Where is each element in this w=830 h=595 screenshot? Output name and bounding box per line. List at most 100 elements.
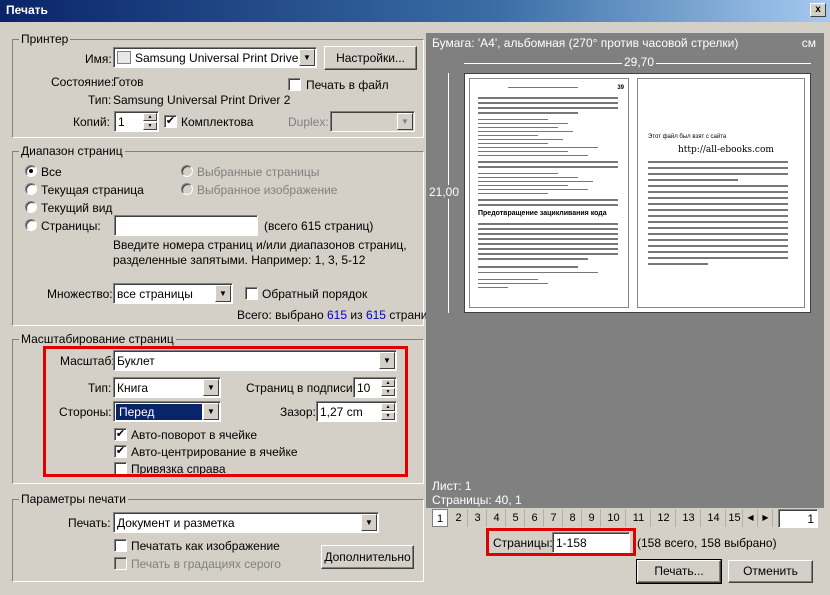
- title-bar: Печать x: [0, 0, 830, 22]
- code-line: [478, 143, 548, 144]
- scaling-legend: Масштабирование страниц: [21, 332, 174, 346]
- range-all-radio[interactable]: [25, 165, 37, 177]
- advanced-button[interactable]: Дополнительно: [321, 545, 414, 569]
- text-line: [648, 185, 788, 187]
- printer-legend: Принтер: [21, 32, 69, 46]
- range-current-page-radio[interactable]: [25, 183, 37, 195]
- spin-up-icon[interactable]: ▲: [143, 113, 157, 121]
- page-tab[interactable]: 5: [507, 509, 525, 527]
- print-what-label: Печать:: [68, 516, 111, 530]
- printer-name-select[interactable]: Samsung Universal Print Driver 2 ▼: [113, 47, 317, 68]
- printer-settings-button[interactable]: Настройки...: [324, 46, 417, 70]
- close-icon: x: [815, 4, 821, 15]
- text-line: [648, 263, 708, 265]
- page-tab[interactable]: 2: [450, 509, 468, 527]
- summary-prefix: Всего: выбрано: [237, 308, 324, 322]
- range-pages-total: (всего 615 страниц): [264, 219, 374, 233]
- chevron-left-icon[interactable]: ◀: [744, 509, 758, 527]
- page-tab[interactable]: 8: [564, 509, 582, 527]
- chevron-down-icon: ▼: [299, 49, 315, 66]
- page-tab[interactable]: 10: [602, 509, 626, 527]
- type-value: Samsung Universal Print Driver 2: [113, 93, 291, 107]
- left-page-heading: Предотвращение зацикливания кода: [478, 210, 607, 217]
- range-selected-pages-label: Выбранные страницы: [197, 165, 320, 179]
- text-line: [648, 245, 788, 247]
- collate-label: Комплектова: [181, 115, 254, 129]
- range-hint-line1: Введите номера страниц и/или диапазонов …: [113, 238, 407, 252]
- page-tab[interactable]: 15: [727, 509, 743, 527]
- collate-checkbox[interactable]: ✔: [164, 115, 177, 128]
- range-summary: Всего: выбрано 615 из 615 страниц: [237, 308, 434, 322]
- text-line: [478, 112, 578, 114]
- text-line: [478, 228, 618, 230]
- reverse-order-checkbox[interactable]: [245, 287, 258, 300]
- set-label: Множество:: [47, 287, 113, 301]
- range-selected-image-radio[interactable]: [181, 183, 193, 195]
- scaling-highlight: [43, 346, 408, 477]
- text-line: [648, 239, 788, 241]
- text-line: [478, 161, 618, 163]
- text-line: [478, 258, 588, 260]
- print-button[interactable]: Печать...: [636, 559, 722, 584]
- range-current-view-radio[interactable]: [25, 201, 37, 213]
- pages-info: Страницы: 40, 1: [432, 493, 522, 507]
- range-pages-radio[interactable]: [25, 219, 37, 231]
- page-number-input[interactable]: 1: [778, 509, 818, 528]
- text-line: [648, 197, 788, 199]
- page-tab[interactable]: 9: [583, 509, 601, 527]
- window-title: Печать: [6, 3, 48, 17]
- print-what-value: Документ и разметка: [117, 516, 235, 530]
- text-line: [648, 191, 788, 193]
- range-current-page-label: Текущая страница: [41, 183, 144, 197]
- code-line: [478, 155, 588, 156]
- chevron-right-icon[interactable]: ▶: [759, 509, 773, 527]
- print-to-file-checkbox[interactable]: [288, 78, 301, 91]
- page-tab[interactable]: 12: [652, 509, 676, 527]
- page-tab[interactable]: 13: [677, 509, 701, 527]
- print-as-image-label: Печатать как изображение: [131, 539, 280, 553]
- right-page-url: http://all-ebooks.com: [678, 145, 774, 155]
- spin-down-icon[interactable]: ▼: [143, 122, 157, 130]
- range-pages-input[interactable]: [114, 215, 258, 236]
- page-tab[interactable]: 1: [432, 509, 448, 527]
- summary-total: 615: [365, 308, 386, 322]
- duplex-label: Duplex:: [288, 115, 329, 129]
- range-selected-pages-radio[interactable]: [181, 165, 193, 177]
- printer-name-label: Имя:: [85, 52, 112, 66]
- copies-value: 1: [118, 115, 125, 129]
- print-params-legend: Параметры печати: [21, 492, 126, 506]
- copies-stepper[interactable]: 1 ▲ ▼: [114, 111, 159, 132]
- cancel-button[interactable]: Отменить: [728, 560, 813, 583]
- page-tab[interactable]: 4: [488, 509, 506, 527]
- set-select[interactable]: все страницы ▼: [113, 283, 233, 304]
- page-tab[interactable]: 6: [526, 509, 544, 527]
- grayscale-checkbox[interactable]: [114, 557, 127, 570]
- code-line: [478, 173, 558, 174]
- text-line: [648, 251, 788, 253]
- code-line: [478, 123, 568, 124]
- duplex-select[interactable]: ▼: [330, 111, 415, 132]
- code-line: [478, 181, 593, 182]
- page-tab[interactable]: 14: [702, 509, 726, 527]
- code-line: [478, 151, 568, 152]
- text-line: [648, 215, 788, 217]
- sheet-label: Лист: 1: [432, 479, 472, 493]
- code-line: [478, 127, 558, 128]
- print-what-select[interactable]: Документ и разметка ▼: [113, 512, 379, 533]
- chevron-down-icon: ▼: [361, 514, 377, 531]
- page-tab[interactable]: 7: [545, 509, 563, 527]
- pages-field-summary: (158 всего, 158 выбрано): [637, 536, 777, 550]
- code-line: [478, 287, 508, 288]
- text-line: [478, 233, 618, 235]
- status-value: Готов: [113, 75, 144, 89]
- page-tab[interactable]: 3: [469, 509, 487, 527]
- text-line: [478, 243, 618, 245]
- range-pages-label: Страницы:: [41, 219, 101, 233]
- print-as-image-checkbox[interactable]: [114, 539, 127, 552]
- code-line: [478, 119, 548, 120]
- width-dimension: 29,70: [622, 55, 657, 69]
- close-button[interactable]: x: [810, 3, 826, 17]
- set-value: все страницы: [117, 287, 193, 301]
- range-selected-image-label: Выбранное изображение: [197, 183, 338, 197]
- page-tab[interactable]: 11: [627, 509, 651, 527]
